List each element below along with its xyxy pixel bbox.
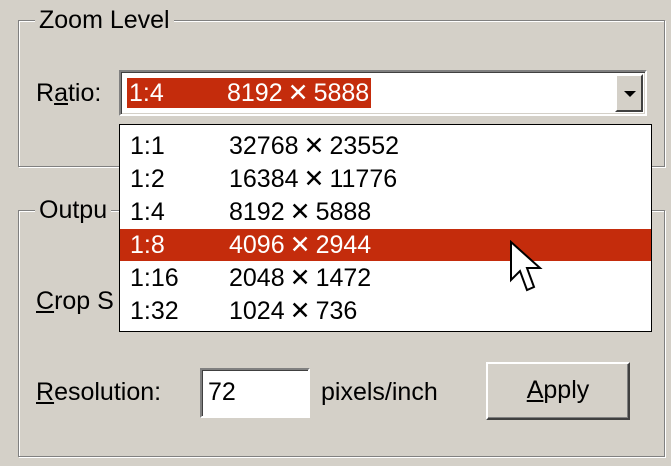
- list-item[interactable]: 1:4 8192 ✕ 5888: [120, 196, 651, 228]
- ratio-dropdown-list[interactable]: 1:1 32768 ✕ 23552 1:2 16384 ✕ 11776 1:4 819…: [119, 124, 652, 332]
- dropdown-button[interactable]: [615, 74, 643, 112]
- chevron-down-icon: [624, 91, 636, 97]
- output-title: Outpu: [35, 194, 112, 226]
- mouse-pointer-icon: [510, 240, 543, 292]
- ratio-label: Ratio:: [36, 79, 102, 107]
- list-item-selected[interactable]: 1:8 4096 ✕ 2944: [120, 229, 651, 261]
- list-item[interactable]: 1:16 2048 ✕ 1472: [120, 262, 651, 294]
- ratio-selected-value: 1:4 8192 ✕ 5888: [127, 78, 372, 108]
- zoom-level-title: Zoom Level: [35, 4, 174, 36]
- list-item[interactable]: 1:2 16384 ✕ 11776: [120, 163, 651, 195]
- resolution-label: Resolution:: [36, 378, 162, 406]
- selected-dims: 8192 ✕ 5888: [227, 79, 370, 107]
- list-item[interactable]: 1:32 1024 ✕ 736: [120, 295, 651, 327]
- resolution-input[interactable]: 72: [200, 368, 310, 418]
- unit-label: pixels/inch: [321, 378, 438, 406]
- apply-button[interactable]: Apply: [486, 362, 630, 420]
- list-item[interactable]: 1:1 32768 ✕ 23552: [120, 130, 651, 162]
- ratio-combobox[interactable]: 1:4 8192 ✕ 5888: [119, 70, 647, 116]
- crop-label: Crop S: [36, 287, 114, 315]
- selected-ratio: 1:4: [129, 79, 164, 107]
